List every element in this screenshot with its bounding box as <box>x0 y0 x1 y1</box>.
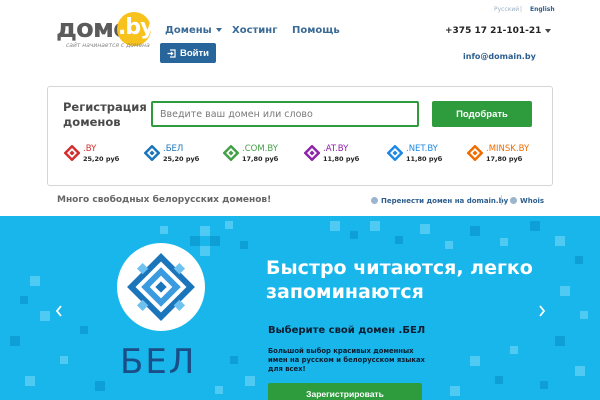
pattern-tile <box>420 224 430 234</box>
lang-english[interactable]: English <box>530 6 555 13</box>
pattern-tile <box>555 236 565 246</box>
zone-name: .NET.BY <box>406 144 438 154</box>
logo-tagline: сайт начинается с домена <box>66 42 150 49</box>
zone-price: 25,20 руб <box>83 155 120 163</box>
login-label: Войти <box>180 47 209 59</box>
pattern-tile <box>25 376 35 386</box>
promo-text: Много свободных белорусских доменов! <box>57 195 272 205</box>
promo-banner: БЕЛ Быстро читаются, легко запоминаются … <box>0 216 600 400</box>
pattern-tile <box>540 381 548 389</box>
pattern-tile <box>210 236 220 246</box>
zone-name: .БЕЛ <box>163 144 184 154</box>
transfer-icon <box>371 197 378 204</box>
banner-subtitle: Выберите свой домен .БЕЛ <box>268 325 426 336</box>
zone-name: .BY <box>83 144 97 154</box>
pattern-tile <box>230 356 238 364</box>
zone-price: 17,80 руб <box>242 155 279 163</box>
info-strip: Много свободных белорусских доменов! Пер… <box>0 188 600 216</box>
pattern-tile <box>445 241 453 249</box>
pattern-tile <box>560 286 570 296</box>
lang-russian[interactable]: Русский <box>494 6 519 13</box>
phone-number[interactable]: +375 17 21-101-21 <box>445 26 552 36</box>
pattern-tile <box>20 296 28 304</box>
pattern-tile <box>80 326 88 334</box>
net-by-emblem-icon <box>387 145 403 161</box>
pattern-tile <box>245 376 255 386</box>
pattern-tile <box>575 256 583 264</box>
zone-name: .AT.BY <box>323 144 349 154</box>
pattern-tile <box>350 231 358 239</box>
search-button[interactable]: Подобрать <box>432 101 532 127</box>
pattern-tile <box>495 376 503 384</box>
pattern-tile <box>95 381 105 391</box>
banner-description: Большой выбор красивых доменных имен на … <box>268 347 425 373</box>
pattern-tile <box>225 221 233 229</box>
at-by-emblem-icon <box>304 145 320 161</box>
domain-search-input[interactable] <box>151 101 419 127</box>
chevron-left-icon[interactable] <box>54 304 64 318</box>
register-button[interactable]: Зарегистрировать <box>268 383 422 400</box>
bel-emblem-icon <box>127 253 195 321</box>
login-button[interactable]: Войти <box>160 43 216 63</box>
pattern-tile <box>10 336 20 346</box>
registration-title: Регистрация доменов <box>63 100 147 129</box>
lang-separator: | <box>520 6 523 13</box>
transfer-domain-link[interactable]: Перенести домен на domain.by <box>371 197 508 205</box>
pattern-tile <box>30 276 40 286</box>
pattern-tile <box>395 236 403 244</box>
transfer-label: Перенести домен на domain.by <box>381 197 509 205</box>
nav-domains[interactable]: Домены <box>165 25 222 36</box>
pattern-tile <box>470 226 480 236</box>
bel-label: БЕЛ <box>120 342 197 382</box>
nav-help-label: Помощь <box>292 25 340 36</box>
pattern-tile <box>580 311 588 319</box>
pattern-tile <box>510 346 518 354</box>
pattern-tile <box>160 226 168 234</box>
minsk-by-emblem-icon <box>467 145 483 161</box>
domain-registration-panel: Регистрация доменов Подобрать .BY25,20 р… <box>47 86 553 186</box>
pattern-tile <box>60 356 68 364</box>
pattern-tile <box>40 311 50 321</box>
pattern-tile <box>530 221 540 231</box>
nav-hosting-label: Хостинг <box>232 25 278 36</box>
login-icon <box>167 48 176 58</box>
pattern-tile <box>500 238 508 246</box>
pattern-tile <box>240 241 248 249</box>
zone-price: 11,80 руб <box>323 155 360 163</box>
zone-name: .COM.BY <box>242 144 278 154</box>
whois-icon <box>510 197 517 204</box>
com-by-emblem-icon <box>223 145 239 161</box>
bel-badge <box>117 243 205 331</box>
logo-suffix: .by <box>118 15 154 40</box>
nav-help[interactable]: Помощь <box>292 25 340 36</box>
pattern-tile <box>330 221 340 231</box>
divider <box>501 195 502 205</box>
logo[interactable]: домен .by сайт начинается с домена <box>56 10 156 52</box>
zone-price: 25,20 руб <box>163 155 200 163</box>
zone-price: 17,80 руб <box>486 155 523 163</box>
nav-hosting[interactable]: Хостинг <box>232 25 277 36</box>
chevron-down-icon <box>215 28 222 32</box>
phone-text: +375 17 21-101-21 <box>445 26 542 36</box>
nav-domains-label: Домены <box>165 25 212 36</box>
pattern-tile <box>555 336 565 346</box>
by-emblem-icon <box>64 145 80 161</box>
zone-name: .MINSK.BY <box>486 144 530 154</box>
whois-label: Whois <box>520 197 545 205</box>
pattern-tile <box>200 226 210 236</box>
chevron-down-icon <box>545 28 552 33</box>
pattern-tile <box>370 221 380 231</box>
email-link[interactable]: info@domain.by <box>463 52 536 61</box>
banner-headline: Быстро читаются, легко запоминаются <box>266 257 533 303</box>
pattern-tile <box>450 386 460 396</box>
pattern-tile <box>575 366 585 376</box>
site-header: домен .by сайт начинается с домена Домен… <box>0 0 600 78</box>
zone-price: 11,80 руб <box>406 155 443 163</box>
bel-emblem-icon <box>144 145 160 161</box>
pattern-tile <box>215 386 223 394</box>
pattern-tile <box>470 356 480 366</box>
whois-link[interactable]: Whois <box>510 197 544 205</box>
chevron-right-icon[interactable] <box>537 304 547 318</box>
